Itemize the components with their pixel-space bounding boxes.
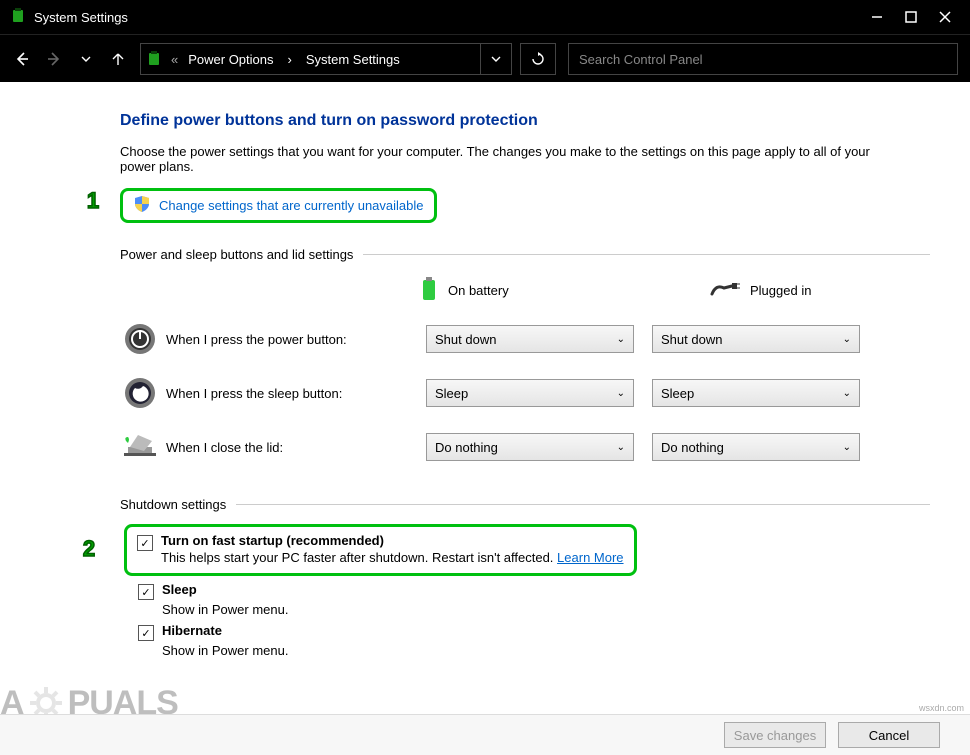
chevron-down-icon: ⌄: [843, 442, 851, 453]
refresh-button[interactable]: [520, 43, 556, 75]
sleep-desc: Show in Power menu.: [162, 602, 930, 617]
hibernate-label: Hibernate: [162, 623, 222, 638]
forward-button[interactable]: [40, 45, 68, 73]
chevron-right-icon[interactable]: ›: [280, 52, 300, 67]
sleep-label: Sleep: [162, 582, 197, 597]
power-button-battery-value: Shut down: [435, 332, 496, 347]
row-power-button: When I press the power button: Shut down…: [120, 319, 930, 359]
plugged-in-label: Plugged in: [750, 283, 811, 298]
hibernate-checkbox[interactable]: ✓: [138, 625, 154, 641]
close-lid-label: When I close the lid:: [160, 440, 426, 455]
power-button-label: When I press the power button:: [160, 332, 426, 347]
fast-startup-label: Turn on fast startup (recommended): [161, 533, 384, 548]
page-heading: Define power buttons and turn on passwor…: [120, 112, 930, 130]
power-button-plugged-value: Shut down: [661, 332, 722, 347]
power-button-battery-select[interactable]: Shut down ⌄: [426, 325, 634, 353]
annotation-1: 1: [78, 186, 108, 216]
change-settings-link-highlight: Change settings that are currently unava…: [120, 188, 437, 223]
breadcrumb-system-settings[interactable]: System Settings: [300, 52, 406, 67]
page-description: Choose the power settings that you want …: [120, 144, 880, 174]
laptop-lid-icon: [120, 427, 160, 467]
row-sleep-button: When I press the sleep button: Sleep ⌄ Sl…: [120, 373, 930, 413]
hibernate-desc: Show in Power menu.: [162, 643, 930, 658]
back-button[interactable]: [8, 45, 36, 73]
breadcrumb-power-options[interactable]: Power Options: [182, 52, 279, 67]
chevron-down-icon: ⌄: [617, 388, 625, 399]
change-settings-link[interactable]: Change settings that are currently unava…: [159, 198, 424, 213]
section-buttons-lid-title: Power and sleep buttons and lid settings: [120, 247, 353, 262]
fast-startup-desc: This helps start your PC faster after sh…: [161, 550, 553, 565]
chevron-down-icon: ⌄: [843, 388, 851, 399]
up-button[interactable]: [104, 45, 132, 73]
close-button[interactable]: [938, 10, 952, 24]
sleep-button-battery-select[interactable]: Sleep ⌄: [426, 379, 634, 407]
shield-icon: [133, 195, 151, 216]
footer: Save changes Cancel: [0, 714, 970, 755]
fast-startup-checkbox[interactable]: ✓: [137, 535, 153, 551]
minimize-button[interactable]: [870, 10, 884, 24]
sleep-button-battery-value: Sleep: [435, 386, 468, 401]
lid-battery-value: Do nothing: [435, 440, 498, 455]
sleep-button-label: When I press the sleep button:: [160, 386, 426, 401]
window-title: System Settings: [34, 10, 128, 25]
row-close-lid: When I close the lid: Do nothing ⌄ Do not…: [120, 427, 930, 467]
battery-icon: [420, 276, 438, 305]
plugged-in-header: Plugged in: [710, 276, 900, 305]
maximize-button[interactable]: [904, 10, 918, 24]
fast-startup-highlight: ✓ Turn on fast startup (recommended) Thi…: [124, 524, 637, 576]
learn-more-link[interactable]: Learn More: [557, 550, 623, 565]
breadcrumb[interactable]: « Power Options › System Settings: [140, 43, 512, 75]
lid-plugged-select[interactable]: Do nothing ⌄: [652, 433, 860, 461]
chevron-down-icon: ⌄: [617, 334, 625, 345]
breadcrumb-app-icon: [141, 51, 167, 67]
chevron-down-icon: ⌄: [843, 334, 851, 345]
on-battery-label: On battery: [448, 283, 509, 298]
cancel-button[interactable]: Cancel: [838, 722, 940, 748]
lid-battery-select[interactable]: Do nothing ⌄: [426, 433, 634, 461]
sleep-button-plugged-select[interactable]: Sleep ⌄: [652, 379, 860, 407]
source-watermark: wsxdn.com: [919, 703, 964, 713]
search-placeholder: Search Control Panel: [579, 52, 703, 67]
sleep-button-icon: [120, 373, 160, 413]
titlebar: System Settings: [0, 0, 970, 35]
sleep-button-plugged-value: Sleep: [661, 386, 694, 401]
power-button-plugged-select[interactable]: Shut down ⌄: [652, 325, 860, 353]
breadcrumb-dropdown-button[interactable]: [480, 44, 511, 74]
content-area: Define power buttons and turn on passwor…: [0, 82, 970, 715]
plug-icon: [710, 280, 740, 301]
breadcrumb-history-icon[interactable]: «: [167, 52, 182, 67]
recent-dropdown-button[interactable]: [72, 45, 100, 73]
lid-plugged-value: Do nothing: [661, 440, 724, 455]
power-button-icon: [120, 319, 160, 359]
on-battery-header: On battery: [420, 276, 610, 305]
chevron-down-icon: ⌄: [617, 442, 625, 453]
toolbar: « Power Options › System Settings Search…: [0, 35, 970, 84]
power-options-icon: [10, 8, 26, 27]
save-changes-button[interactable]: Save changes: [724, 722, 826, 748]
section-shutdown-title: Shutdown settings: [120, 497, 226, 512]
sleep-checkbox[interactable]: ✓: [138, 584, 154, 600]
annotation-2: 2: [74, 534, 104, 564]
search-input[interactable]: Search Control Panel: [568, 43, 958, 75]
